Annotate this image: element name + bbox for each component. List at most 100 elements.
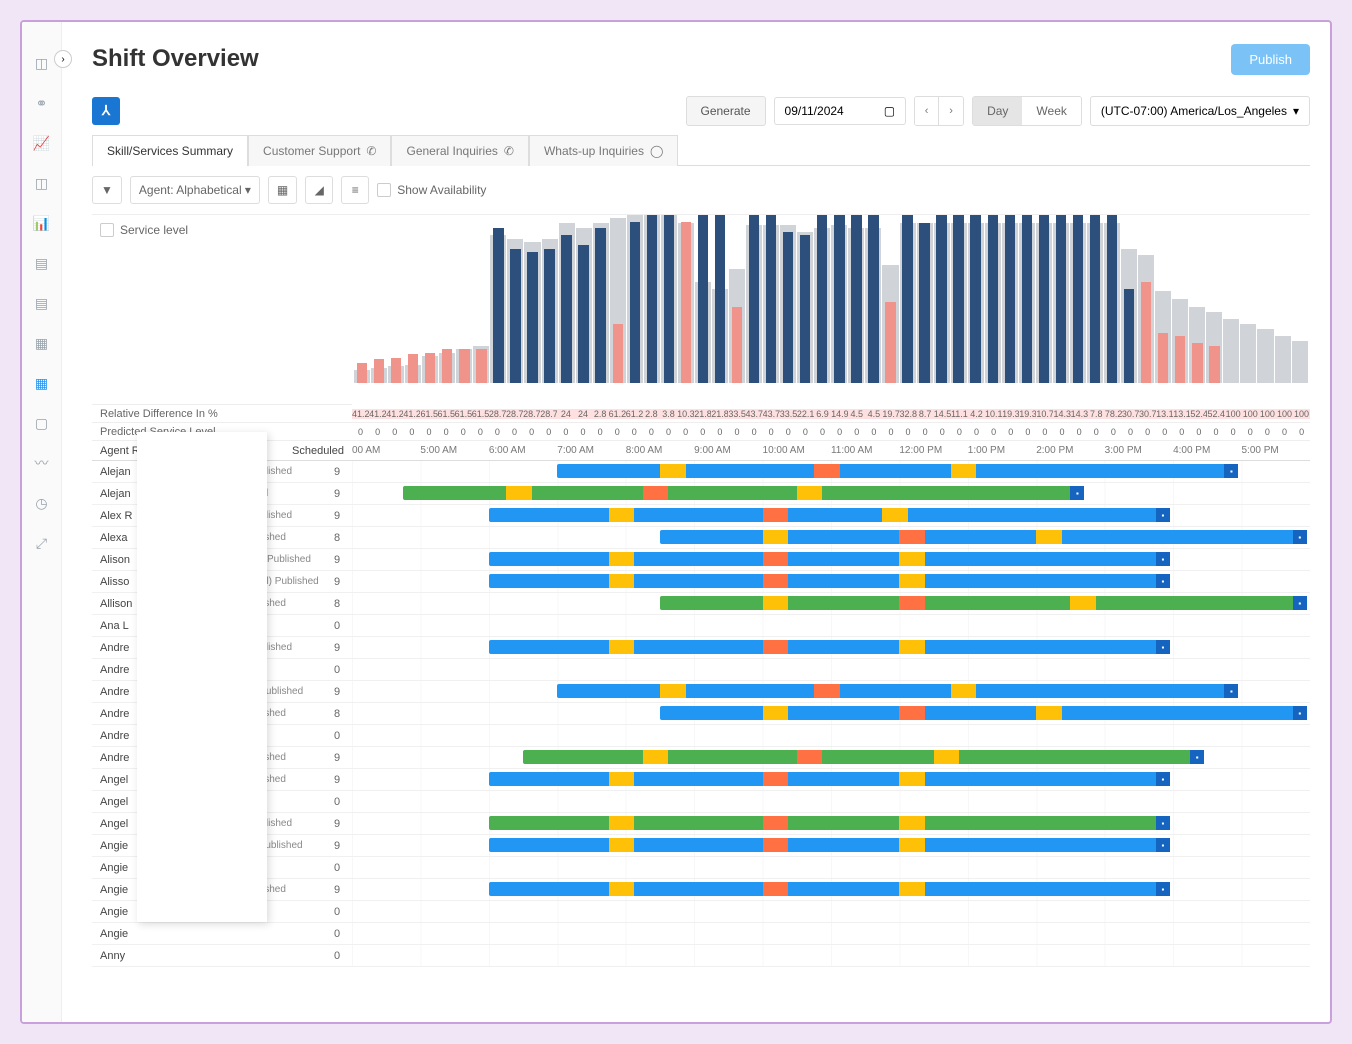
shift-bar[interactable]: ▪ [489, 552, 1173, 566]
shift-bar[interactable]: ▪ [489, 640, 1173, 654]
tab-general-inquiries[interactable]: General Inquiries ✆ [391, 135, 528, 166]
nav-db-icon[interactable]: ◫ [31, 52, 53, 74]
nav-grid-icon[interactable]: ▦ [31, 332, 53, 354]
agent-row[interactable]: AllisonPublished8▪ [92, 593, 1310, 615]
sort-select[interactable]: Agent: Alphabetical▾ [130, 176, 260, 204]
filter-button[interactable]: ▼ [92, 176, 122, 204]
agent-scheduled: 9 [322, 488, 352, 500]
agent-row[interactable]: Anny0 [92, 945, 1310, 967]
shift-bar[interactable]: ▪ [660, 706, 1310, 720]
tab-skill-services-summary[interactable]: Skill/Services Summary [92, 135, 248, 166]
checkbox-icon [100, 223, 114, 237]
shift-bar[interactable]: ▪ [489, 882, 1173, 896]
toolbar-row: ⅄ Generate 09/11/2024 ▢ ‹ › Day Week (UT… [92, 96, 1310, 126]
day-button[interactable]: Day [973, 97, 1022, 125]
branch-button[interactable]: ⅄ [92, 97, 120, 125]
tab-label: Skill/Services Summary [107, 144, 233, 158]
show-availability-checkbox[interactable]: Show Availability [377, 183, 486, 197]
publish-button[interactable]: Publish [1231, 44, 1310, 75]
agent-row[interactable]: AndrePublished8▪ [92, 703, 1310, 725]
popup-overlay[interactable] [137, 432, 267, 922]
agent-scheduled: 9 [322, 554, 352, 566]
nav-collapse-icon[interactable]: ⤢ [31, 532, 53, 554]
tab-label: General Inquiries [406, 144, 497, 158]
agent-row[interactable]: Angie0 [92, 923, 1310, 945]
agent-row[interactable]: Alejan) Published9▪ [92, 461, 1310, 483]
view-grid-button[interactable]: ▦ [268, 176, 297, 204]
nav-doc2-icon[interactable]: ▤ [31, 292, 53, 314]
shift-bar[interactable]: ▪ [489, 838, 1173, 852]
agent-row[interactable]: AlexaPublished8▪ [92, 527, 1310, 549]
shift-bar[interactable]: ▪ [489, 816, 1173, 830]
agent-row[interactable]: Angelb)0 [92, 791, 1310, 813]
shift-bar[interactable]: ▪ [660, 596, 1310, 610]
agent-row[interactable]: AndrePublished9▪ [92, 747, 1310, 769]
shift-bar[interactable]: ▪ [489, 772, 1173, 786]
agent-row[interactable]: Angie0 [92, 901, 1310, 923]
nav-stats-icon[interactable]: 📊 [31, 212, 53, 234]
agent-row[interactable]: Andreaa) Published9▪ [92, 681, 1310, 703]
view-chart-button[interactable]: ◢ [305, 176, 333, 204]
agent-gantt: ▪ [352, 813, 1310, 834]
timezone-select[interactable]: (UTC-07:00) America/Los_Angeles ▾ [1090, 96, 1310, 126]
relative-difference-row: Relative Difference In % 41.241.241.241.… [92, 405, 1310, 423]
agent-name: Angie [92, 928, 242, 940]
agent-row[interactable]: Angel) Published9▪ [92, 813, 1310, 835]
agent-row[interactable]: Angie0 [92, 857, 1310, 879]
date-value: 09/11/2024 [785, 104, 844, 118]
phone-icon: ✆ [366, 144, 376, 158]
shift-bar[interactable]: ▪ [557, 464, 1241, 478]
tab-whats-up-inquiries[interactable]: Whats-up Inquiries◯ [529, 135, 678, 166]
agent-row[interactable]: Alex R) Published9▪ [92, 505, 1310, 527]
agent-row[interactable]: Alisonezm) Published9▪ [92, 549, 1310, 571]
chevron-down-icon: ▾ [1293, 104, 1299, 118]
workspace: Service level [92, 214, 1310, 405]
nav-link-icon[interactable]: ⚭ [31, 92, 53, 114]
nav-data-icon[interactable]: ◫ [31, 172, 53, 194]
agent-scheduled: 8 [322, 598, 352, 610]
service-level-checkbox[interactable]: Service level [100, 223, 344, 237]
generate-button[interactable]: Generate [686, 96, 766, 126]
tab-customer-support[interactable]: Customer Support✆ [248, 135, 391, 166]
predicted-service-level-row: Predicted Service Level 0000000000000000… [92, 423, 1310, 441]
agent-gantt: ▪ [352, 703, 1310, 724]
shift-bar[interactable]: ▪ [523, 750, 1207, 764]
nav-trend-icon[interactable]: 〰 [31, 452, 53, 474]
nav-chart-icon[interactable]: 📈 [31, 132, 53, 154]
agent-row[interactable]: Andre0 [92, 659, 1310, 681]
agent-row[interactable]: Andre) Published9▪ [92, 637, 1310, 659]
agent-scheduled: 9 [322, 576, 352, 588]
week-button[interactable]: Week [1022, 97, 1080, 125]
agent-gantt [352, 659, 1310, 680]
agent-scheduled: 0 [322, 796, 352, 808]
main-content: Shift Overview Publish ⅄ Generate 09/11/… [82, 32, 1320, 967]
agent-gantt: ▪ [352, 747, 1310, 768]
show-availability-label: Show Availability [397, 183, 486, 197]
tabs-bar: Skill/Services SummaryCustomer Support✆G… [92, 134, 1310, 166]
shift-bar[interactable]: ▪ [489, 508, 1173, 522]
shift-bar[interactable]: ▪ [660, 530, 1310, 544]
shift-bar[interactable]: ▪ [489, 574, 1173, 588]
agent-scheduled: 0 [322, 950, 352, 962]
prev-day-button[interactable]: ‹ [915, 97, 939, 125]
expand-sidebar-button[interactable]: › [54, 50, 72, 68]
agent-row[interactable]: Andrea)0 [92, 725, 1310, 747]
nav-doc1-icon[interactable]: ▤ [31, 252, 53, 274]
nav-clock-icon[interactable]: ◷ [31, 492, 53, 514]
phone-icon: ✆ [504, 144, 514, 158]
agent-row[interactable]: AngelPublished9▪ [92, 769, 1310, 791]
agent-row[interactable]: Ana L0 [92, 615, 1310, 637]
nav-shift-icon[interactable]: ▦ [31, 372, 53, 394]
view-list-button[interactable]: ≡ [341, 176, 369, 204]
nav-cal-icon[interactable]: ▢ [31, 412, 53, 434]
agent-row[interactable]: Alejanlished9▪ [92, 483, 1310, 505]
agent-row[interactable]: Alissoez_tel) Published9▪ [92, 571, 1310, 593]
agent-row[interactable]: AngiePublished9▪ [92, 879, 1310, 901]
agent-scheduled: 0 [322, 730, 352, 742]
next-day-button[interactable]: › [939, 97, 963, 125]
date-picker[interactable]: 09/11/2024 ▢ [774, 97, 907, 125]
agent-scheduled: 0 [322, 906, 352, 918]
shift-bar[interactable]: ▪ [557, 684, 1241, 698]
agent-row[interactable]: Angieez) Published9▪ [92, 835, 1310, 857]
shift-bar[interactable]: ▪ [403, 486, 1087, 500]
